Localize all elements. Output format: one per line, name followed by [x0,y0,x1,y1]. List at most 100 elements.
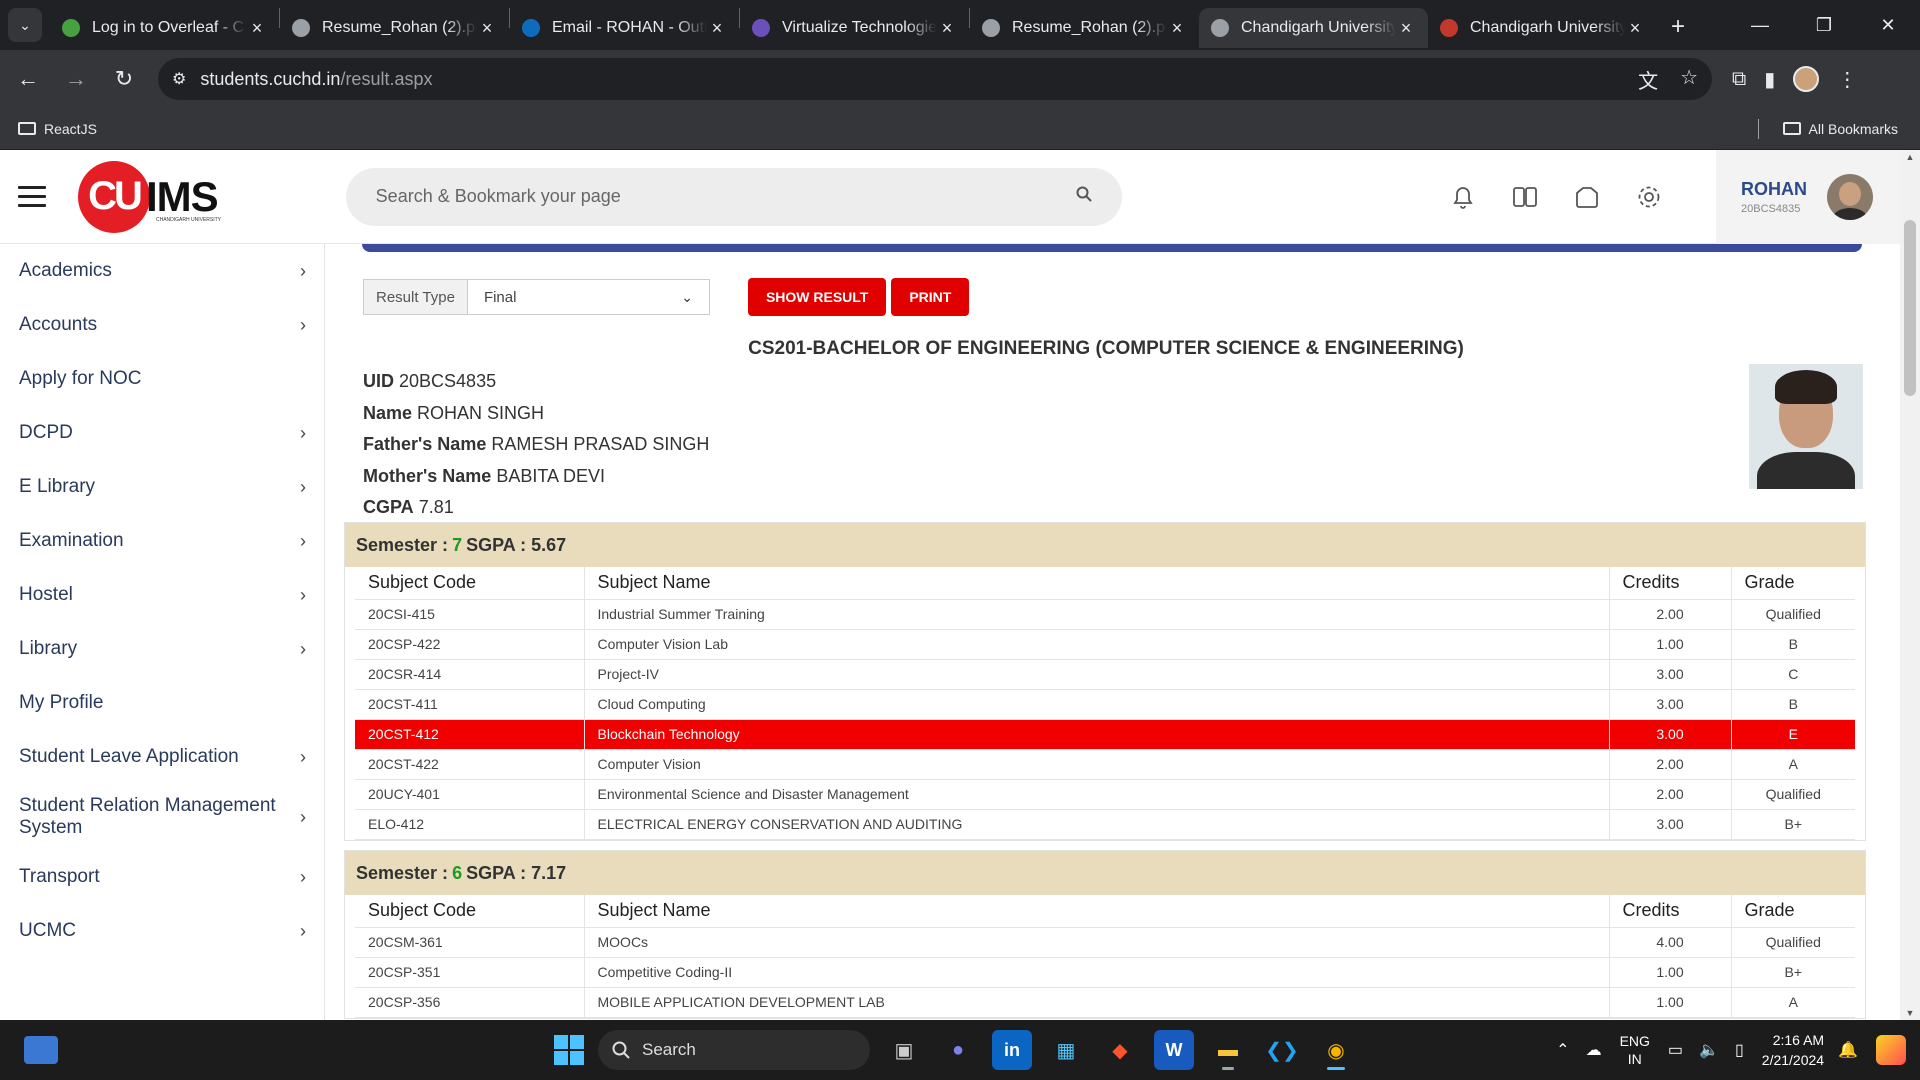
sgpa-value: 7.17 [531,862,567,883]
language-indicator[interactable]: ENG IN [1620,1032,1650,1068]
show-result-button[interactable]: SHOW RESULT [747,278,887,316]
side-panel-icon[interactable]: ▮ [1764,67,1775,92]
file-explorer-icon[interactable]: ▬ [1208,1030,1248,1070]
widgets-icon[interactable] [24,1036,58,1064]
sidebar-item[interactable]: Academics › [0,244,324,298]
name-label: Name [363,402,413,423]
onedrive-icon[interactable]: ☁ [1586,1040,1602,1060]
result-type-select[interactable]: Final ⌄ [467,279,710,315]
tab-favicon-icon [292,19,310,37]
sidebar-item[interactable]: DCPD › [0,406,324,460]
minimize-icon[interactable]: — [1728,0,1792,50]
store-icon[interactable]: ▦ [1046,1030,1086,1070]
tab-search-button[interactable]: ⌄ [8,8,42,42]
notification-icon[interactable]: 🔔 [1838,1040,1858,1060]
browser-menu-icon[interactable]: ⋮ [1837,67,1857,92]
chrome-icon[interactable]: ◉ [1316,1030,1356,1070]
vscode-icon[interactable]: ❮❯ [1262,1030,1302,1070]
subject-name: ELECTRICAL ENERGY CONSERVATION AND AUDIT… [584,809,1610,840]
tab-close-icon[interactable]: × [707,18,727,39]
sidebar-item[interactable]: Hostel › [0,568,324,622]
brave-icon[interactable]: ◆ [1100,1030,1140,1070]
tab-close-icon[interactable]: × [247,18,267,39]
table-row: 20CST-412 Blockchain Technology 3.00 E [355,719,1855,750]
user-avatar [1827,174,1873,220]
header-accent-bar [362,244,1862,252]
credits: 4.00 [1609,927,1732,958]
browser-tab[interactable]: Resume_Rohan (2).pdf × [280,8,509,48]
logo-cu-mark: CU [78,160,150,233]
tab-close-icon[interactable]: × [1396,18,1416,39]
volume-icon[interactable]: 🔈 [1699,1040,1719,1060]
scroll-down-icon[interactable]: ▼ [1900,1008,1920,1018]
taskbar-search[interactable]: Search [598,1030,870,1070]
sidebar-item[interactable]: Accounts › [0,298,324,352]
restore-icon[interactable]: ❐ [1792,0,1856,50]
sidebar-item[interactable]: Transport › [0,850,324,904]
menu-toggle-icon[interactable] [18,186,46,207]
start-button-icon[interactable] [554,1035,584,1065]
copilot-icon[interactable] [1876,1035,1906,1065]
sidebar-item[interactable]: Examination › [0,514,324,568]
scrollbar-thumb[interactable] [1904,220,1916,396]
settings-gear-icon[interactable] [1636,184,1662,210]
sidebar-item[interactable]: My Profile [0,676,324,730]
sidebar-item[interactable]: UCMC › [0,904,324,958]
translate-icon[interactable]: 文 [1638,65,1658,94]
page-scrollbar[interactable]: ▲ ▼ [1900,150,1920,1020]
bookmark-star-icon[interactable]: ☆ [1680,65,1698,94]
battery-icon[interactable]: ▯ [1735,1040,1744,1060]
book-icon[interactable] [1512,184,1538,210]
site-info-icon[interactable]: ⚙ [172,69,186,89]
word-icon[interactable]: W [1154,1030,1194,1070]
network-icon[interactable]: ▭ [1668,1040,1683,1060]
browser-tab[interactable]: Chandigarh University × [1428,8,1657,48]
chevron-right-icon: › [300,584,306,605]
user-profile-menu[interactable]: ROHAN 20BCS4835 [1716,150,1900,244]
search-icon[interactable] [1076,186,1092,207]
cuims-logo[interactable]: CU IMS CHANDIGARH UNIVERSITY [78,157,221,237]
tab-close-icon[interactable]: × [1625,18,1645,39]
browser-tab[interactable]: Chandigarh University × [1199,8,1428,48]
linkedin-icon[interactable]: in [992,1030,1032,1070]
extensions-icon[interactable]: ⧉ [1732,68,1746,91]
taskbar-clock[interactable]: 2:16 AM 2/21/2024 [1762,1030,1824,1070]
tray-overflow-icon[interactable]: ⌃ [1556,1040,1569,1060]
tab-close-icon[interactable]: × [477,18,497,39]
credits: 2.00 [1609,779,1732,810]
sidebar-item[interactable]: Library › [0,622,324,676]
sidebar-item[interactable]: E Library › [0,460,324,514]
task-view-icon[interactable]: ▣ [884,1030,924,1070]
reload-button[interactable]: ↻ [104,59,144,99]
all-bookmarks-button[interactable]: All Bookmarks [1757,118,1898,139]
browser-tab[interactable]: Virtualize Technologies × [740,8,969,48]
grade: Qualified [1731,927,1855,958]
teams-icon[interactable]: ● [938,1030,978,1070]
scroll-up-icon[interactable]: ▲ [1900,152,1920,162]
close-window-icon[interactable]: ✕ [1856,0,1920,50]
sidebar-item[interactable]: Student Relation Management System › [0,784,324,850]
sidebar-item[interactable]: Apply for NOC [0,352,324,406]
sidebar-item[interactable]: Student Leave Application › [0,730,324,784]
page-search-input[interactable]: Search & Bookmark your page [345,167,1122,226]
browser-tab[interactable]: Resume_Rohan (2).pdf × [970,8,1199,48]
profile-avatar-icon[interactable] [1793,66,1820,92]
back-button[interactable]: ← [8,59,48,99]
home-icon[interactable] [1574,184,1600,210]
print-button[interactable]: PRINT [891,278,970,316]
user-uid: 20BCS4835 [1741,203,1801,215]
credits: 1.00 [1609,987,1732,1018]
omnibox[interactable]: ⚙ students.cuchd.in/result.aspx 文 ☆ [158,58,1712,100]
bookmark-folder-reactjs[interactable]: ReactJS [18,121,97,137]
credits: 3.00 [1609,689,1732,720]
tab-title: Log in to Overleaf - C [92,19,245,36]
new-tab-button[interactable]: + [1671,13,1685,41]
tab-close-icon[interactable]: × [937,18,957,39]
grade: A [1731,987,1855,1018]
forward-button[interactable]: → [56,59,96,99]
tab-close-icon[interactable]: × [1167,18,1187,39]
notification-bell-icon[interactable] [1450,184,1476,210]
browser-tab[interactable]: Log in to Overleaf - C × [50,8,279,48]
browser-tab[interactable]: Email - ROHAN - Outlook× [510,8,739,48]
grade: B [1731,629,1855,660]
